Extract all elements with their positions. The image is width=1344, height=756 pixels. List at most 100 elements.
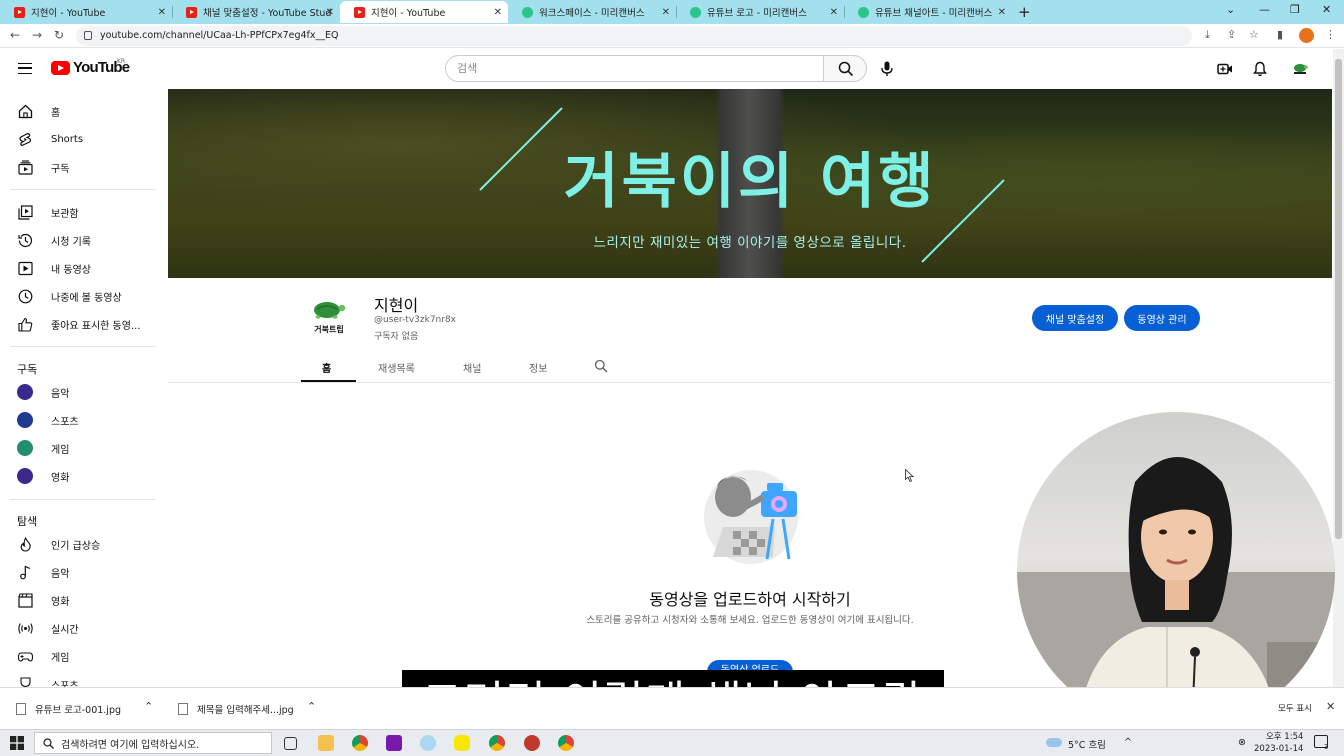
download-item[interactable]: 유튜브 로고-001.jpg: [16, 702, 121, 716]
download-item[interactable]: 제목을 입력해주세...jpg: [178, 702, 294, 716]
taskbar-clock[interactable]: 오후 1:54 2023-01-14: [1254, 731, 1303, 755]
notifications-bell-icon[interactable]: [1252, 61, 1268, 77]
back-icon[interactable]: ←: [10, 28, 20, 42]
sidebar-item-music[interactable]: 음악: [0, 558, 160, 586]
sidebar-item-my-videos[interactable]: 내 동영상: [0, 254, 160, 282]
sidebar-item-movies[interactable]: 영화: [0, 586, 160, 614]
browser-menu-icon[interactable]: ⋮: [1325, 28, 1336, 41]
chrome-icon[interactable]: [352, 735, 368, 751]
scrollbar-thumb[interactable]: [1335, 59, 1342, 539]
tab-home[interactable]: 홈: [322, 360, 331, 375]
restore-icon[interactable]: ❐: [1290, 3, 1300, 16]
sidebar-item-label: 홈: [51, 107, 61, 119]
tab-about[interactable]: 정보: [529, 360, 547, 375]
new-tab-icon[interactable]: +: [1018, 3, 1031, 21]
create-video-icon[interactable]: [1217, 61, 1233, 77]
chevron-up-icon[interactable]: ⌃: [144, 700, 153, 713]
tab-playlists[interactable]: 재생목록: [378, 360, 415, 375]
sidebar-item-liked-videos[interactable]: 좋아요 표시한 동영...: [0, 310, 160, 338]
tab-title: 유튜브 로고 - 미리캔버스: [707, 8, 807, 19]
sidebar-item-history[interactable]: 시청 기록: [0, 226, 160, 254]
search-icon: [838, 61, 854, 77]
bookmark-star-icon[interactable]: ☆: [1249, 28, 1259, 41]
subscriptions-heading: 구독: [17, 363, 38, 376]
reload-icon[interactable]: ↻: [54, 28, 64, 42]
address-bar[interactable]: youtube.com/channel/UCaa-Lh-PPfCPx7eg4fx…: [76, 26, 1192, 46]
search-input[interactable]: [446, 56, 824, 81]
my-videos-icon: [18, 261, 33, 276]
sidebar-item-trending[interactable]: 인기 급상승: [0, 530, 160, 558]
close-tab-icon[interactable]: ✕: [998, 7, 1006, 18]
minimize-icon[interactable]: —: [1259, 3, 1270, 16]
manage-videos-button[interactable]: 동영상 관리: [1124, 305, 1200, 331]
close-tab-icon[interactable]: ✕: [158, 7, 166, 18]
ime-mode-icon[interactable]: ⊗: [1238, 737, 1246, 748]
windows-start-icon[interactable]: [10, 736, 24, 750]
sidebar-item-label: 보관함: [51, 208, 79, 220]
sidebar-divider: [10, 189, 156, 190]
mouse-cursor-icon: [905, 469, 914, 482]
download-icon[interactable]: ⤓: [1205, 28, 1210, 42]
menu-icon[interactable]: [18, 63, 32, 74]
onenote-icon[interactable]: [386, 735, 402, 751]
subscription-channel-sports[interactable]: 스포츠: [0, 406, 160, 434]
customize-channel-button[interactable]: 채널 맞춤설정: [1032, 305, 1118, 331]
sidebar-item-shorts[interactable]: Shorts: [0, 125, 160, 153]
close-tab-icon[interactable]: ✕: [494, 7, 502, 18]
close-tab-icon[interactable]: ✕: [326, 7, 334, 18]
app-icon[interactable]: [524, 735, 540, 751]
chevron-up-icon[interactable]: ⌃: [307, 700, 316, 713]
search-box[interactable]: [445, 55, 824, 82]
close-window-icon[interactable]: ✕: [1322, 3, 1331, 16]
browser-profile-avatar[interactable]: [1299, 28, 1314, 43]
tab-channels[interactable]: 채널: [463, 360, 481, 375]
sidebar-item-library[interactable]: 보관함: [0, 198, 160, 226]
close-downloads-icon[interactable]: ✕: [1326, 700, 1335, 713]
browser-tab-active[interactable]: 지현이 - YouTube ✕: [340, 1, 508, 23]
browser-tab[interactable]: 유튜브 채널아트 - 미리캔버스 ✕: [844, 1, 1012, 23]
search-button[interactable]: [823, 55, 867, 82]
banner-title: 거북이의 여행: [563, 147, 937, 217]
tray-chevron-icon[interactable]: ^: [1124, 737, 1132, 748]
subscription-channel-movies[interactable]: 영화: [0, 462, 160, 490]
task-view-icon[interactable]: [284, 737, 297, 750]
channel-avatar[interactable]: 거북트립: [309, 297, 349, 337]
voice-search-button[interactable]: [873, 55, 900, 82]
sidebar-item-live[interactable]: 실시간: [0, 614, 160, 642]
browser-tab[interactable]: 워크스페이스 - 미리캔버스 ✕: [508, 1, 676, 23]
library-icon: [18, 205, 33, 220]
channel-search-icon[interactable]: [594, 359, 608, 373]
sidebar-item-watch-later[interactable]: 나중에 볼 동영상: [0, 282, 160, 310]
close-tab-icon[interactable]: ✕: [662, 7, 670, 18]
live-icon: [18, 623, 33, 634]
channel-banner: 거북이의 여행 느리지만 재미있는 여행 이야기를 영상으로 올립니다.: [168, 89, 1332, 278]
weather-text[interactable]: 5°C 흐림: [1068, 737, 1106, 751]
sidebar-item-label: 인기 급상승: [51, 540, 101, 552]
app-icon[interactable]: [420, 735, 436, 751]
sidebar-item-subscriptions[interactable]: 구독: [0, 153, 160, 181]
subscription-channel-gaming[interactable]: 게임: [0, 434, 160, 462]
browser-tab[interactable]: 지현이 - YouTube ✕: [0, 1, 172, 23]
close-tab-icon[interactable]: ✕: [830, 7, 838, 18]
show-all-downloads-link[interactable]: 모두 표시: [1278, 702, 1312, 714]
sidebar-item-sports[interactable]: 스포츠: [0, 670, 160, 687]
browser-tab[interactable]: 유튜브 로고 - 미리캔버스 ✕: [676, 1, 844, 23]
sidebar-item-home[interactable]: 홈: [0, 97, 160, 125]
forward-icon[interactable]: →: [32, 28, 42, 42]
browser-tab[interactable]: 채널 맞춤설정 - YouTube Studio ✕: [172, 1, 340, 23]
sidebar-item-gaming[interactable]: 게임: [0, 642, 160, 670]
subscription-channel-music[interactable]: 음악: [0, 378, 160, 406]
share-icon[interactable]: ⇪: [1227, 28, 1236, 41]
file-explorer-icon[interactable]: [318, 735, 334, 751]
tab-search-icon[interactable]: ⌄: [1226, 3, 1235, 16]
page-scrollbar[interactable]: [1333, 49, 1344, 687]
chrome-icon[interactable]: [558, 735, 574, 751]
taskbar-search-box[interactable]: 검색하려면 여기에 입력하십시오.: [34, 732, 272, 754]
tab-title: 지현이 - YouTube: [31, 8, 106, 19]
account-avatar-icon[interactable]: [1291, 60, 1309, 78]
youtube-logo-icon[interactable]: [51, 61, 70, 75]
youtube-header: YouTube KR: [0, 49, 1332, 89]
kakaotalk-icon[interactable]: [454, 735, 470, 751]
chrome-icon[interactable]: [489, 735, 505, 751]
sidepanel-icon[interactable]: ▮: [1277, 28, 1283, 41]
